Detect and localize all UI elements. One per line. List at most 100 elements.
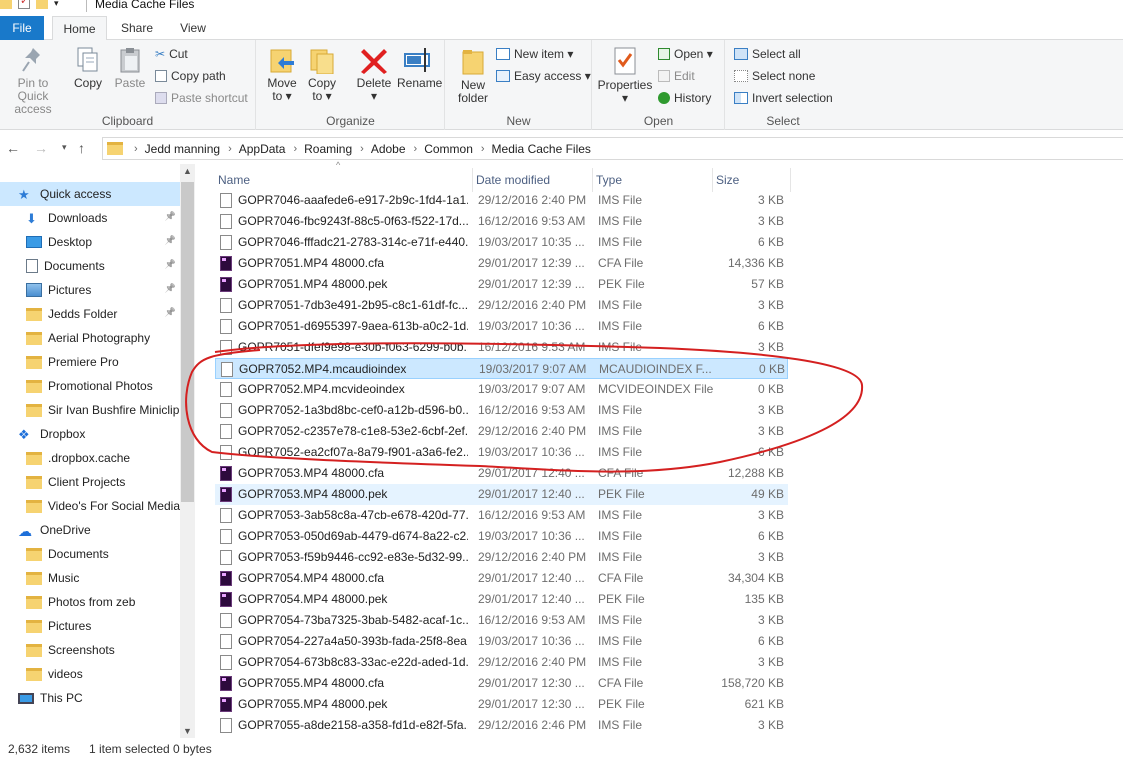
open-button[interactable]: Open ▾ — [658, 45, 713, 63]
chevron-down-icon[interactable]: ▾ — [54, 0, 59, 9]
history-button[interactable]: History — [658, 89, 711, 107]
sidebar-item[interactable]: Aerial Photography — [0, 326, 180, 350]
copy-button[interactable]: Copy — [70, 46, 106, 90]
sidebar-item[interactable]: .dropbox.cache — [0, 446, 180, 470]
copy-path-button[interactable]: Copy path — [155, 67, 226, 85]
file-row[interactable]: GOPR7055.MP4 48000.pek 29/01/2017 12:30 .… — [215, 694, 788, 715]
breadcrumb-item[interactable]: Adobe — [371, 142, 406, 156]
breadcrumb-item[interactable]: Roaming — [304, 142, 352, 156]
sidebar-item[interactable]: Documents — [0, 542, 180, 566]
tab-share[interactable]: Share — [112, 16, 162, 40]
folder-icon[interactable] — [0, 0, 12, 9]
paste-shortcut-button[interactable]: Paste shortcut — [155, 89, 248, 107]
scroll-up-icon[interactable]: ▲ — [180, 166, 195, 176]
invert-selection-button[interactable]: Invert selection — [734, 89, 833, 107]
pin-icon[interactable]: 📌 — [165, 235, 176, 246]
file-row[interactable]: GOPR7046-aaafede6-e917-2b9c-1fd4-1a1... 2… — [215, 190, 788, 211]
sidebar-item[interactable]: ☁ OneDrive — [0, 518, 180, 542]
edit-button[interactable]: Edit — [658, 67, 695, 85]
sidebar-item[interactable]: Documents 📌 — [0, 254, 180, 278]
file-row[interactable]: GOPR7051-7db3e491-2b95-c8c1-61df-fc... 29… — [215, 295, 788, 316]
file-row[interactable]: GOPR7051.MP4 48000.pek 29/01/2017 12:39 .… — [215, 274, 788, 295]
file-row[interactable]: GOPR7046-fffadc21-2783-314c-e71f-e440...… — [215, 232, 788, 253]
sidebar-item[interactable]: Promotional Photos — [0, 374, 180, 398]
scrollbar-thumb[interactable] — [181, 182, 194, 502]
file-row[interactable]: GOPR7053.MP4 48000.cfa 29/01/2017 12:40 .… — [215, 463, 788, 484]
file-row[interactable]: GOPR7053.MP4 48000.pek 29/01/2017 12:40 .… — [215, 484, 788, 505]
sidebar-item[interactable]: Music — [0, 566, 180, 590]
file-row[interactable]: GOPR7051-dfef9e98-e30b-f063-6299-b0b... 1… — [215, 337, 788, 358]
file-row[interactable]: GOPR7052.MP4.mcvideoindex 19/03/2017 9:07… — [215, 379, 788, 400]
sidebar-item[interactable]: Premiere Pro — [0, 350, 180, 374]
chevron-right-icon[interactable]: › — [134, 143, 138, 155]
sidebar-item[interactable]: ★ Quick access — [0, 182, 180, 206]
file-row[interactable]: GOPR7052-ea2cf07a-8a79-f901-a3a6-fe2... 1… — [215, 442, 788, 463]
file-row[interactable]: GOPR7054-227a4a50-393b-fada-25f8-8ea... 1… — [215, 631, 788, 652]
chevron-right-icon[interactable]: › — [414, 143, 418, 155]
sidebar-item[interactable]: ❖ Dropbox — [0, 422, 180, 446]
file-row[interactable]: GOPR7046-fbc9243f-88c5-0f63-f522-17d... 1… — [215, 211, 788, 232]
sidebar-item[interactable]: videos — [0, 662, 180, 686]
copy-to-button[interactable]: Copy to ▾ — [305, 46, 339, 103]
chevron-right-icon[interactable]: › — [228, 143, 232, 155]
paste-button[interactable]: Paste — [112, 46, 148, 90]
rename-button[interactable]: Rename — [397, 46, 442, 90]
properties-button[interactable]: Properties ▾ — [597, 46, 653, 105]
recent-locations-chevron-icon[interactable]: ▾ — [62, 142, 67, 153]
file-row[interactable]: GOPR7052-1a3bd8bc-cef0-a12b-d596-b0... 16… — [215, 400, 788, 421]
sidebar-item[interactable]: Video's For Social Media — [0, 494, 180, 518]
file-row[interactable]: GOPR7054-673b8c83-33ac-e22d-aded-1d... 29… — [215, 652, 788, 673]
forward-arrow-icon[interactable]: → — [34, 140, 48, 156]
breadcrumb-item[interactable]: AppData — [239, 142, 286, 156]
sidebar-item[interactable]: Sir Ivan Bushfire Miniclip — [0, 398, 180, 422]
delete-button[interactable]: Delete ▾ — [355, 46, 393, 103]
file-row[interactable]: GOPR7052.MP4.mcaudioindex 19/03/2017 9:07… — [215, 358, 788, 379]
pin-icon[interactable]: 📌 — [165, 307, 176, 318]
file-row[interactable]: GOPR7055-a8de2158-a358-fd1d-e82f-5fa... 2… — [215, 715, 788, 736]
file-row[interactable]: GOPR7054-73ba7325-3bab-5482-acaf-1c... 16… — [215, 610, 788, 631]
file-row[interactable]: GOPR7053-3ab58c8a-47cb-e678-420d-77... 16… — [215, 505, 788, 526]
sidebar-item[interactable]: Pictures — [0, 614, 180, 638]
sidebar-item[interactable]: Desktop 📌 — [0, 230, 180, 254]
file-row[interactable]: GOPR7054.MP4 48000.pek 29/01/2017 12:40 .… — [215, 589, 788, 610]
file-row[interactable]: GOPR7051.MP4 48000.cfa 29/01/2017 12:39 .… — [215, 253, 788, 274]
breadcrumb-item[interactable]: Jedd manning — [145, 142, 220, 156]
pin-icon[interactable]: 📌 — [165, 283, 176, 294]
cut-button[interactable]: ✂ Cut — [155, 45, 188, 63]
column-header-date[interactable]: Date modified — [473, 168, 593, 192]
file-row[interactable]: GOPR7051-d6955397-9aea-613b-a0c2-1d... 19… — [215, 316, 788, 337]
new-folder-button[interactable]: New folder — [454, 46, 492, 105]
file-row[interactable]: GOPR7053-f59b9446-cc92-e83e-5d32-99... 29… — [215, 547, 788, 568]
navigation-pane-scrollbar[interactable]: ▲ ▼ — [180, 164, 195, 738]
pin-icon[interactable]: 📌 — [165, 259, 176, 270]
file-row[interactable]: GOPR7055.MP4 48000.cfa 29/01/2017 12:30 .… — [215, 673, 788, 694]
select-none-button[interactable]: Select none — [734, 67, 815, 85]
sidebar-item[interactable]: Screenshots — [0, 638, 180, 662]
sidebar-item[interactable]: Jedds Folder 📌 — [0, 302, 180, 326]
chevron-right-icon[interactable]: › — [293, 143, 297, 155]
move-to-button[interactable]: Move to ▾ — [265, 46, 299, 103]
breadcrumb-item[interactable]: Media Cache Files — [492, 142, 591, 156]
sidebar-item[interactable]: ⬇ Downloads 📌 — [0, 206, 180, 230]
back-arrow-icon[interactable]: ← — [6, 140, 20, 156]
select-all-button[interactable]: Select all — [734, 45, 801, 63]
address-bar[interactable]: › Jedd manning › AppData › Roaming › Ado… — [102, 137, 1123, 160]
column-header-name[interactable]: Name — [215, 168, 473, 192]
chevron-right-icon[interactable]: › — [481, 143, 485, 155]
file-row[interactable]: GOPR7053-050d69ab-4479-d674-8a22-c2... 19… — [215, 526, 788, 547]
sidebar-item[interactable]: Client Projects — [0, 470, 180, 494]
new-folder-icon[interactable] — [36, 0, 48, 9]
column-header-size[interactable]: Size — [713, 168, 791, 192]
file-row[interactable]: GOPR7052-c2357e78-c1e8-53e2-6cbf-2ef... 2… — [215, 421, 788, 442]
tab-file[interactable]: File — [0, 16, 44, 40]
sidebar-item[interactable]: Photos from zeb — [0, 590, 180, 614]
tab-view[interactable]: View — [168, 16, 218, 40]
tab-home[interactable]: Home — [52, 16, 107, 41]
breadcrumb-item[interactable]: Common — [424, 142, 473, 156]
scroll-down-icon[interactable]: ▼ — [180, 726, 195, 736]
chevron-right-icon[interactable]: › — [360, 143, 364, 155]
new-item-button[interactable]: New item ▾ — [496, 45, 573, 63]
sidebar-item[interactable]: Pictures 📌 — [0, 278, 180, 302]
file-row[interactable]: GOPR7054.MP4 48000.cfa 29/01/2017 12:40 .… — [215, 568, 788, 589]
up-arrow-icon[interactable]: ↑ — [78, 140, 85, 156]
